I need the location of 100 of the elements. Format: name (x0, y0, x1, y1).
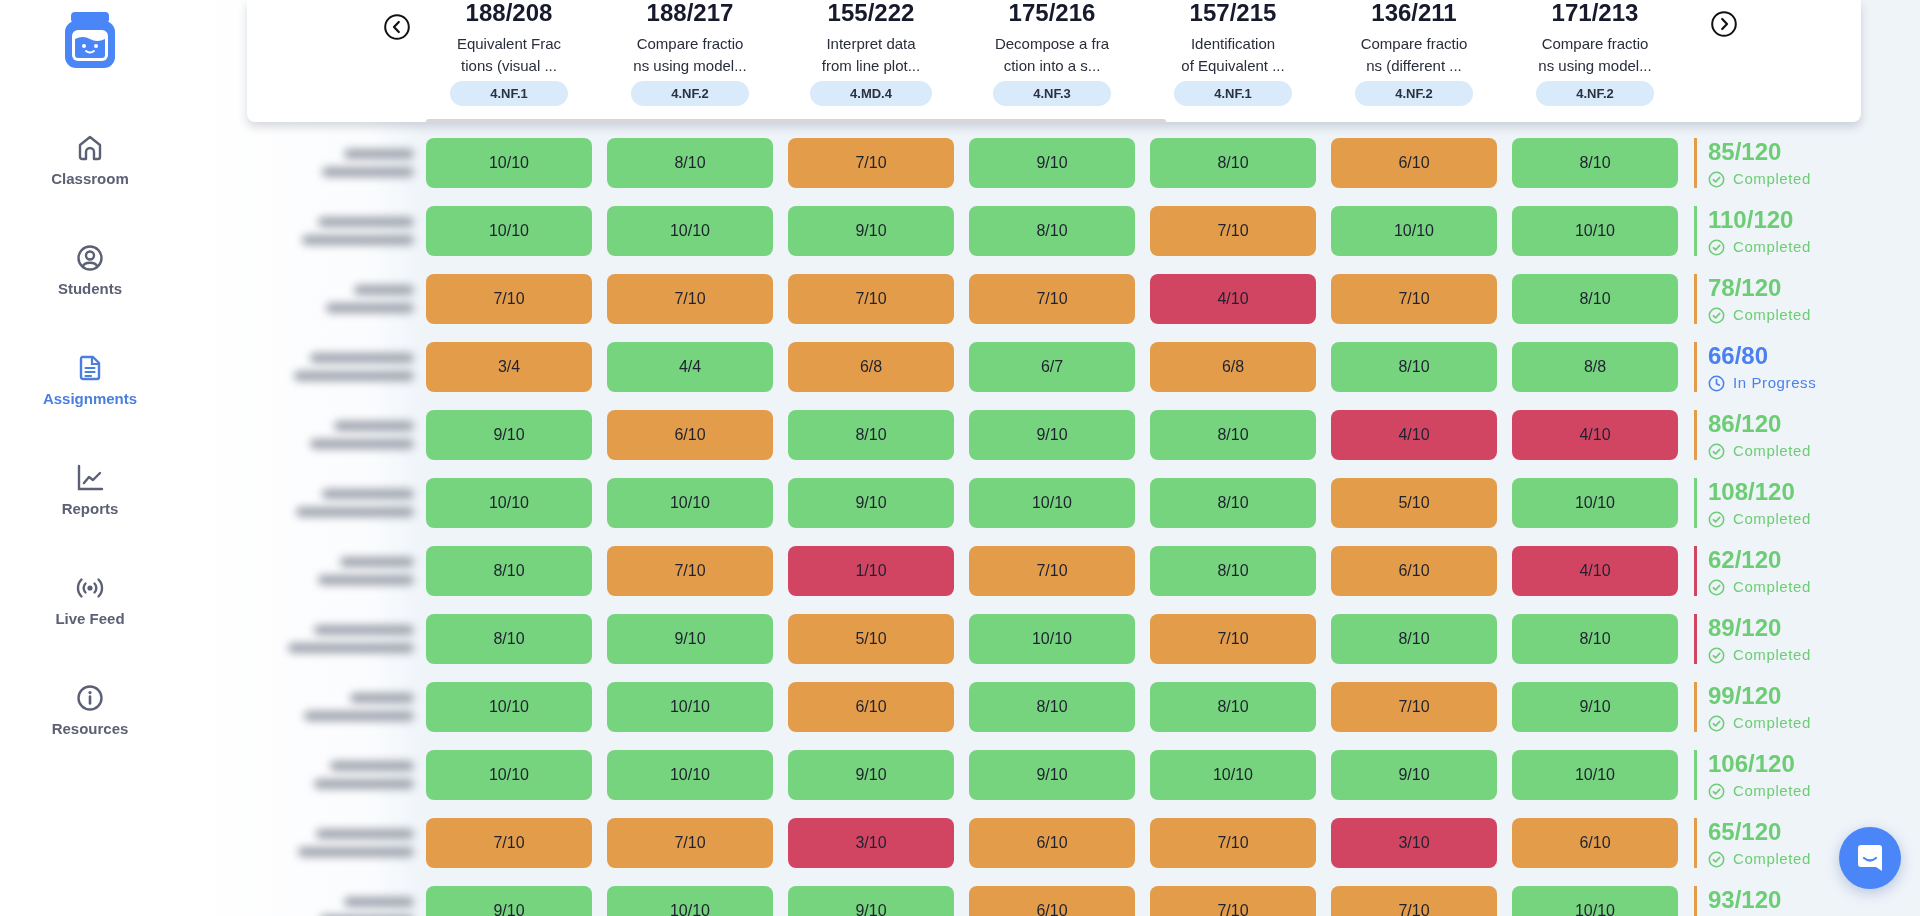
score-cell[interactable]: 7/10 (788, 138, 954, 188)
score-cell[interactable]: 1/10 (788, 546, 954, 596)
score-cell[interactable]: 8/10 (1150, 138, 1316, 188)
score-cell[interactable]: 7/10 (1150, 818, 1316, 868)
submission-count: 157/215 (1189, 0, 1277, 26)
score-cell[interactable]: 10/10 (1150, 750, 1316, 800)
nav-item[interactable]: Live Feed (55, 574, 125, 628)
standard-tag: 4.NF.1 (1174, 81, 1292, 106)
score-cell[interactable]: 8/10 (1150, 682, 1316, 732)
score-cell[interactable]: 4/10 (1331, 410, 1497, 460)
score-cell[interactable]: 10/10 (426, 478, 592, 528)
score-cell[interactable]: 8/10 (1150, 478, 1316, 528)
score-cell[interactable]: 8/10 (426, 546, 592, 596)
score-cell[interactable]: 10/10 (607, 886, 773, 916)
score-cell[interactable]: 7/10 (1331, 886, 1497, 916)
score-cell[interactable]: 7/10 (969, 546, 1135, 596)
score-cell[interactable]: 9/10 (788, 478, 954, 528)
score-cell[interactable]: 8/10 (1331, 614, 1497, 664)
scrollbar[interactable] (426, 119, 1166, 124)
score-cell[interactable]: 8/10 (1150, 546, 1316, 596)
score-cell[interactable]: 6/10 (969, 818, 1135, 868)
score-cell[interactable]: 10/10 (607, 478, 773, 528)
score-cell[interactable]: 4/10 (1150, 274, 1316, 324)
score-cell[interactable]: 6/10 (788, 682, 954, 732)
score-cell[interactable]: 10/10 (1512, 478, 1678, 528)
score-cell[interactable]: 8/8 (1512, 342, 1678, 392)
score-cell[interactable]: 9/10 (1331, 750, 1497, 800)
score-cell[interactable]: 10/10 (607, 206, 773, 256)
score-cell[interactable]: 10/10 (1512, 750, 1678, 800)
score-cell[interactable]: 7/10 (788, 274, 954, 324)
score-cell[interactable]: 10/10 (969, 478, 1135, 528)
score-cell[interactable]: 10/10 (426, 138, 592, 188)
score-cell[interactable]: 10/10 (426, 750, 592, 800)
score-cell[interactable]: 5/10 (788, 614, 954, 664)
score-cell[interactable]: 8/10 (788, 410, 954, 460)
score-cell[interactable]: 6/10 (1331, 138, 1497, 188)
score-cell[interactable]: 4/4 (607, 342, 773, 392)
score-cell[interactable]: 4/10 (1512, 410, 1678, 460)
score-cell[interactable]: 10/10 (1331, 206, 1497, 256)
score-cell[interactable]: 9/10 (1512, 682, 1678, 732)
score-cell[interactable]: 7/10 (1150, 206, 1316, 256)
score-cell[interactable]: 7/10 (1150, 886, 1316, 916)
score-cell[interactable]: 3/10 (788, 818, 954, 868)
score-cell[interactable]: 7/10 (1331, 274, 1497, 324)
score-cell[interactable]: 7/10 (607, 818, 773, 868)
score-cell[interactable]: 6/10 (969, 886, 1135, 916)
score-cell[interactable]: 9/10 (788, 886, 954, 916)
score-cell[interactable]: 10/10 (1512, 886, 1678, 916)
score-cell[interactable]: 6/10 (1512, 818, 1678, 868)
score-cell[interactable]: 8/10 (1331, 342, 1497, 392)
score-cell[interactable]: 9/10 (788, 206, 954, 256)
score-cell[interactable]: 8/10 (426, 614, 592, 664)
nav-item[interactable]: Reports (61, 464, 119, 518)
score-cell[interactable]: 5/10 (1331, 478, 1497, 528)
score-cell[interactable]: 8/10 (1512, 614, 1678, 664)
score-cell[interactable]: 10/10 (607, 750, 773, 800)
score-cell[interactable]: 6/8 (788, 342, 954, 392)
score-cell[interactable]: 9/10 (788, 750, 954, 800)
score-cell[interactable]: 10/10 (426, 206, 592, 256)
submission-count: 136/211 (1371, 0, 1457, 26)
score-cell[interactable]: 9/10 (607, 614, 773, 664)
scroll-left-button[interactable] (384, 14, 410, 40)
score-cell[interactable]: 10/10 (607, 682, 773, 732)
score-cell[interactable]: 9/10 (426, 886, 592, 916)
score-cell[interactable]: 3/4 (426, 342, 592, 392)
score-cell[interactable]: 8/10 (1150, 410, 1316, 460)
score-cell[interactable]: 6/7 (969, 342, 1135, 392)
score-cell[interactable]: 4/10 (1512, 546, 1678, 596)
score-cell[interactable]: 8/10 (607, 138, 773, 188)
score-cell[interactable]: 7/10 (969, 274, 1135, 324)
total-score: 78/120 (1708, 274, 1783, 302)
score-cell[interactable]: 8/10 (1512, 274, 1678, 324)
nav-item[interactable]: Resources (51, 684, 129, 738)
score-cell[interactable]: 9/10 (969, 410, 1135, 460)
score-cell[interactable]: 6/8 (1150, 342, 1316, 392)
score-cell[interactable]: 7/10 (607, 546, 773, 596)
score-cell[interactable]: 10/10 (426, 682, 592, 732)
score-cell[interactable]: 7/10 (607, 274, 773, 324)
assignment-title: Identification of Equivalent ... (1181, 34, 1285, 76)
score-cell[interactable]: 9/10 (969, 750, 1135, 800)
score-cell[interactable]: 8/10 (969, 206, 1135, 256)
score-cell[interactable]: 7/10 (426, 274, 592, 324)
score-cell[interactable]: 10/10 (1512, 206, 1678, 256)
nav-item[interactable]: Assignments (42, 354, 138, 408)
score-cell[interactable]: 7/10 (1150, 614, 1316, 664)
scroll-right-button[interactable] (1711, 11, 1737, 37)
check-circle-icon (1708, 646, 1725, 664)
score-cell[interactable]: 6/10 (607, 410, 773, 460)
score-cell[interactable]: 6/10 (1331, 546, 1497, 596)
check-circle-icon (1708, 306, 1725, 324)
score-cell[interactable]: 7/10 (426, 818, 592, 868)
score-cell[interactable]: 9/10 (426, 410, 592, 460)
nav-item[interactable]: Classroom (51, 134, 129, 188)
nav-item[interactable]: Students (57, 244, 123, 298)
score-cell[interactable]: 9/10 (969, 138, 1135, 188)
score-cell[interactable]: 10/10 (969, 614, 1135, 664)
score-cell[interactable]: 8/10 (969, 682, 1135, 732)
score-cell[interactable]: 7/10 (1331, 682, 1497, 732)
score-cell[interactable]: 8/10 (1512, 138, 1678, 188)
score-cell[interactable]: 3/10 (1331, 818, 1497, 868)
